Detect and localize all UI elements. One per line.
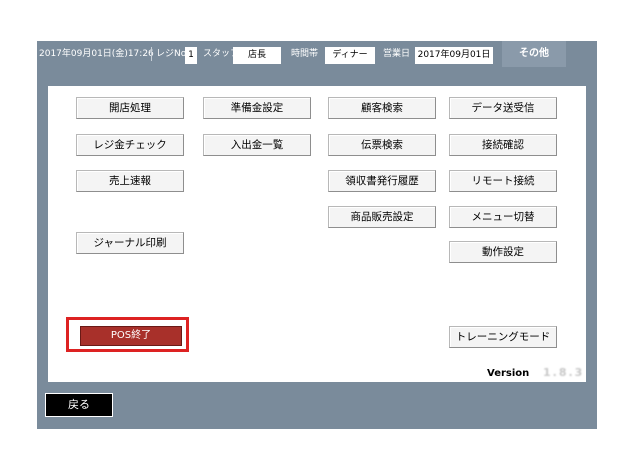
deposit-list-button[interactable]: 入出金一覧 <box>203 134 311 156</box>
divider <box>151 47 152 61</box>
time-slot-label: 時間帯 <box>291 49 319 59</box>
operation-setting-button[interactable]: 動作設定 <box>449 241 557 263</box>
customer-search-button[interactable]: 顧客検索 <box>328 97 436 119</box>
business-day-label: 営業日 <box>383 49 411 59</box>
other-button[interactable]: その他 <box>502 41 566 67</box>
time-slot-value: ディナー <box>325 47 375 64</box>
remote-connection-button[interactable]: リモート接続 <box>449 170 557 192</box>
staff-value: 店長 <box>233 47 281 64</box>
training-mode-button[interactable]: トレーニングモード <box>449 326 557 348</box>
sales-flash-button[interactable]: 売上速報 <box>76 170 184 192</box>
open-store-button[interactable]: 開店処理 <box>76 97 184 119</box>
back-button[interactable]: 戻る <box>45 393 113 417</box>
connection-check-button[interactable]: 接続確認 <box>449 134 557 156</box>
status-bar: 2017年09月01日(金)17:26 レジNo 1 スタッフ 店長 時間帯 デ… <box>37 41 597 67</box>
register-label: レジNo <box>156 49 187 59</box>
reserve-setting-button[interactable]: 準備金設定 <box>203 97 311 119</box>
product-sales-setting-button[interactable]: 商品販売設定 <box>328 206 436 228</box>
business-day-value: 2017年09月01日 <box>415 47 493 64</box>
receipt-history-button[interactable]: 領収書発行履歴 <box>328 170 436 192</box>
pos-exit-button[interactable]: POS終了 <box>80 326 182 346</box>
data-transfer-button[interactable]: データ送受信 <box>449 97 557 119</box>
register-number: 1 <box>185 47 197 64</box>
slip-search-button[interactable]: 伝票検索 <box>328 134 436 156</box>
journal-print-button[interactable]: ジャーナル印刷 <box>76 232 184 254</box>
datetime: 2017年09月01日(金)17:26 <box>39 49 154 59</box>
menu-switch-button[interactable]: メニュー切替 <box>449 206 557 228</box>
register-check-button[interactable]: レジ金チェック <box>76 134 184 156</box>
version-number: 1.8.3 <box>543 366 585 379</box>
version-label: Version <box>487 368 530 379</box>
